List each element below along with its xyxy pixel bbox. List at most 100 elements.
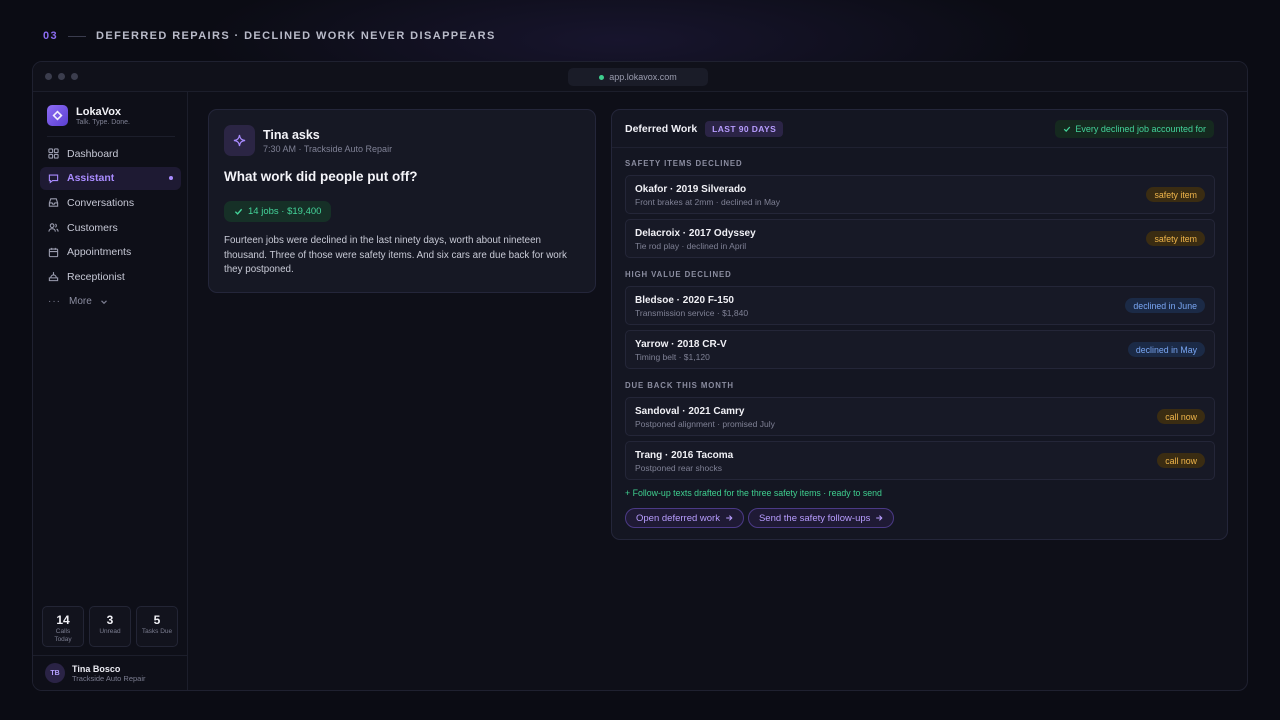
date-range-chip[interactable]: LAST 90 DAYS: [705, 120, 784, 137]
section-label-safety: SAFETY ITEMS DECLINED: [625, 159, 743, 168]
arrow-right-icon: [876, 515, 883, 521]
stat-calls-today[interactable]: 14 Calls Today: [42, 606, 84, 647]
sidebar-item-label: Customers: [67, 221, 118, 234]
divider: [47, 136, 175, 137]
phone-desk-icon: [48, 272, 59, 282]
inbox-icon: [48, 198, 59, 208]
window-controls: [45, 73, 78, 80]
list-item[interactable]: Trang · 2016 Tacoma Postponed rear shock…: [625, 441, 1215, 480]
vehicle-title: Sandoval · 2021 Camry: [635, 406, 745, 417]
arrow-right-icon: [726, 515, 733, 521]
list-item[interactable]: Bledsoe · 2020 F-150 Transmission servic…: [625, 286, 1215, 325]
browser-titlebar: app.lokavox.com: [33, 62, 1247, 92]
user-name: Tina Bosco: [72, 663, 121, 674]
section-label-high-value: HIGH VALUE DECLINED: [625, 270, 732, 279]
job-detail: Tie rod play · declined in April: [635, 241, 747, 251]
deferred-work-panel: Deferred Work LAST 90 DAYS Every decline…: [611, 109, 1228, 540]
status-badge: Every declined job accounted for: [1055, 119, 1214, 138]
section-eyebrow: 03 DEFERRED REPAIRS · DECLINED WORK NEVE…: [43, 29, 496, 43]
panel-header: Deferred Work LAST 90 DAYS Every decline…: [612, 110, 1227, 148]
more-dots-icon: ···: [48, 296, 61, 308]
open-deferred-work-button[interactable]: Open deferred work: [625, 508, 744, 528]
sidebar-nav: Dashboard Assistant Conversations Custom…: [40, 142, 181, 315]
vehicle-title: Delacroix · 2017 Odyssey: [635, 228, 756, 239]
job-detail: Transmission service · $1,840: [635, 308, 749, 318]
stat-label: Tasks Due: [141, 628, 173, 635]
stat-unread[interactable]: 3 Unread: [89, 606, 131, 647]
button-label: Open deferred work: [636, 512, 720, 524]
sidebar-item-label: Appointments: [67, 246, 132, 259]
panel-title: Deferred Work: [625, 122, 698, 135]
question-card: Tina asks 7:30 AM · Trackside Auto Repai…: [208, 109, 596, 293]
send-safety-followups-button[interactable]: Send the safety follow-ups: [747, 508, 895, 528]
status-tag: call now: [1157, 453, 1205, 468]
stats-strip: 14 Calls Today 3 Unread 5 Tasks Due: [42, 606, 178, 647]
check-icon: [234, 208, 243, 215]
app-window: app.lokavox.com LokaVox Talk. Type. Done…: [32, 61, 1248, 691]
job-detail: Postponed alignment · promised July: [635, 419, 775, 429]
status-tag: safety item: [1146, 231, 1205, 246]
more-label: More: [69, 296, 92, 308]
status-label: Every declined job accounted for: [1075, 123, 1206, 134]
list-item[interactable]: Sandoval · 2021 Camry Postponed alignmen…: [625, 397, 1215, 436]
vehicle-title: Yarrow · 2018 CR-V: [635, 339, 727, 350]
vehicle-title: Okafor · 2019 Silverado: [635, 184, 747, 195]
summary-badge: 14 jobs · $19,400: [224, 201, 332, 222]
answer-text: Fourteen jobs were declined in the last …: [224, 235, 567, 276]
stat-tasks-due[interactable]: 5 Tasks Due: [136, 606, 178, 647]
job-detail: Front brakes at 2mm · declined in May: [635, 197, 781, 207]
secure-indicator-icon: [599, 74, 605, 80]
sidebar-item-label: Assistant: [67, 172, 115, 185]
stat-value: 3: [106, 613, 114, 627]
status-tag: declined in May: [1127, 342, 1205, 357]
sidebar-item-customers[interactable]: Customers: [40, 216, 181, 239]
user-profile[interactable]: TB Tina Bosco Trackside Auto Repair: [45, 663, 146, 683]
panel-actions: Open deferred work Send the safety follo…: [625, 508, 895, 528]
sidebar-more[interactable]: ··· More: [40, 290, 181, 313]
sidebar: LokaVox Talk. Type. Done. Dashboard Assi…: [33, 92, 188, 690]
question-text: What work did people put off?: [224, 169, 418, 184]
chat-bubble-icon: [48, 174, 59, 184]
question-header: Tina asks 7:30 AM · Trackside Auto Repai…: [224, 125, 392, 156]
sidebar-item-label: Dashboard: [67, 147, 119, 160]
sidebar-item-conversations[interactable]: Conversations: [40, 191, 181, 214]
status-tag: declined in June: [1125, 298, 1205, 313]
calendar-icon: [48, 247, 59, 257]
user-org: Trackside Auto Repair: [72, 673, 146, 683]
grid-icon: [48, 148, 59, 159]
url-text: app.lokavox.com: [609, 72, 677, 82]
section-number: 03: [43, 30, 59, 42]
list-item[interactable]: Delacroix · 2017 Odyssey Tie rod play · …: [625, 219, 1215, 258]
vehicle-title: Bledsoe · 2020 F-150: [635, 295, 734, 306]
asker-name: Tina asks: [263, 127, 320, 142]
maximize-dot[interactable]: [71, 73, 78, 80]
active-indicator: [169, 176, 173, 181]
button-label: Send the safety follow-ups: [758, 512, 871, 524]
section-title: DEFERRED REPAIRS · DECLINED WORK NEVER D…: [96, 30, 496, 42]
stat-label: Calls Today: [54, 628, 72, 643]
sparkle-icon: [224, 125, 255, 156]
eyebrow-divider: [68, 35, 87, 37]
job-detail: Postponed rear shocks: [635, 463, 722, 473]
question-meta: 7:30 AM · Trackside Auto Repair: [263, 143, 393, 154]
avatar: TB: [45, 663, 65, 683]
followup-note: + Follow-up texts drafted for the three …: [625, 488, 882, 498]
brand-name: LokaVox: [76, 105, 122, 118]
sidebar-item-assistant[interactable]: Assistant: [40, 166, 181, 190]
sidebar-item-receptionist[interactable]: Receptionist: [40, 265, 181, 288]
brand-tagline: Talk. Type. Done.: [76, 118, 130, 126]
sidebar-item-label: Conversations: [67, 196, 135, 209]
summary-badge-label: 14 jobs · $19,400: [248, 206, 322, 217]
list-item[interactable]: Okafor · 2019 Silverado Front brakes at …: [625, 175, 1215, 214]
sidebar-item-dashboard[interactable]: Dashboard: [40, 142, 181, 165]
close-dot[interactable]: [45, 73, 52, 80]
users-icon: [48, 223, 59, 232]
status-tag: call now: [1157, 409, 1205, 424]
brand-logo-icon: [47, 105, 68, 126]
sidebar-item-appointments[interactable]: Appointments: [40, 241, 181, 264]
list-item[interactable]: Yarrow · 2018 CR-V Timing belt · $1,120 …: [625, 330, 1215, 369]
minimize-dot[interactable]: [58, 73, 65, 80]
address-bar[interactable]: app.lokavox.com: [568, 68, 708, 86]
brand[interactable]: LokaVox Talk. Type. Done.: [47, 105, 130, 126]
stat-value: 14: [56, 613, 70, 627]
